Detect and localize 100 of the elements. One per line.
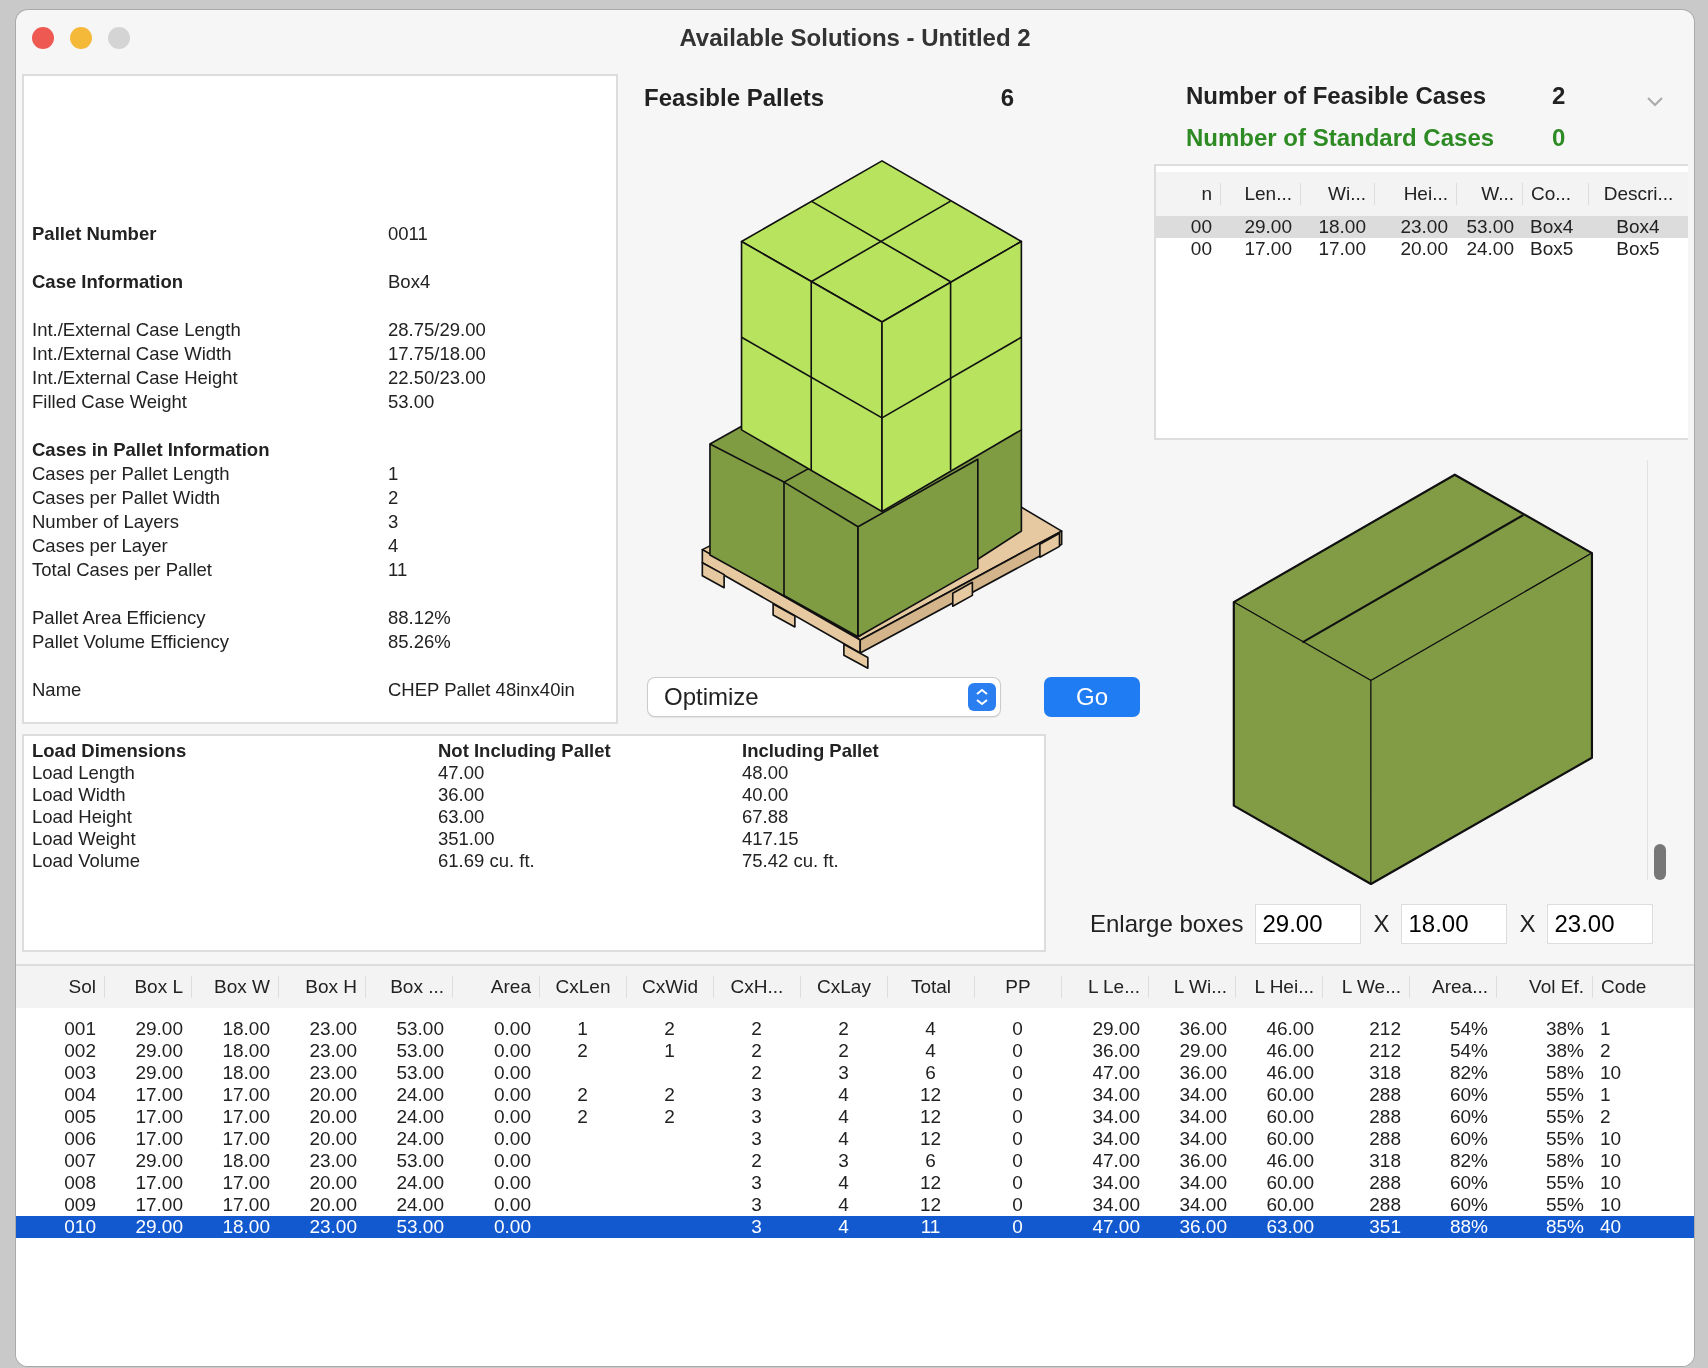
info-value: 17.75/18.00	[388, 343, 486, 365]
table-cell-text: 288	[1368, 1172, 1402, 1194]
table-cell-text: 53.00	[395, 1150, 445, 1172]
load-cell-text: 61.69 cu. ft.	[438, 850, 536, 872]
column-header[interactable]: Co...	[1522, 183, 1588, 205]
column-header[interactable]: CxWid	[626, 976, 713, 998]
table-cell-text: 46.00	[1265, 1150, 1315, 1172]
solution-row[interactable]: 003 29.00 18.00 23.00 53.00 0.00 2 3 6 0 47.00 36.00 46.00 318 82% 58% 10	[16, 1062, 1694, 1084]
case-row[interactable]: 00 29.00 18.00 23.00 53.00 Box4 Box4	[1156, 216, 1688, 238]
table-cell-text: 318	[1368, 1150, 1402, 1172]
close-button[interactable]	[32, 27, 54, 49]
column-header[interactable]: CxLen	[539, 976, 626, 998]
table-cell-text: 20.00	[1399, 238, 1449, 260]
dimension-field[interactable]: 18.00	[1401, 904, 1508, 944]
column-heading: Including Pallet	[742, 740, 879, 762]
column-header[interactable]: Area	[452, 976, 539, 998]
load-cell: 40.00	[742, 784, 789, 806]
column-header[interactable]: CxH...	[713, 976, 800, 998]
column-header[interactable]: Box ...	[365, 976, 452, 998]
column-header[interactable]: Box W	[191, 976, 278, 998]
column-header[interactable]: L We...	[1322, 976, 1409, 998]
column-header[interactable]: Vol Ef.	[1496, 976, 1592, 998]
table-cell-text: 288	[1368, 1106, 1402, 1128]
optimize-select[interactable]: Optimize	[648, 678, 1000, 716]
table-cell-text: 23.00	[308, 1216, 358, 1238]
column-header[interactable]: CxLay	[800, 976, 887, 998]
table-cell-text: 23.00	[308, 1018, 358, 1040]
info-value: Box4	[388, 271, 431, 293]
solution-row[interactable]: 010 29.00 18.00 23.00 53.00 0.00 3 4 11 0 47.00 36.00 63.00 351 88% 85% 40	[16, 1216, 1694, 1238]
table-cell-text: 55%	[1544, 1128, 1585, 1150]
column-header[interactable]: Box L	[104, 976, 191, 998]
solution-row[interactable]: 002 29.00 18.00 23.00 53.00 0.00 2 1 2 2 4 0 36.00 29.00 46.00 212 54% 38% 2	[16, 1040, 1694, 1062]
case-row[interactable]: 00 17.00 17.00 20.00 24.00 Box5 Box5	[1156, 238, 1688, 260]
scrollbar-thumb[interactable]	[1654, 844, 1666, 880]
load-cell-text: 63.00	[438, 806, 486, 828]
column-header[interactable]: n	[1156, 183, 1220, 205]
table-cell-text: 46.00	[1265, 1018, 1315, 1040]
column-header[interactable]: Hei...	[1374, 183, 1456, 205]
table-cell-text: 24.00	[1465, 238, 1515, 260]
chevron-up-down-icon	[968, 683, 996, 711]
table-cell-text: 0	[1011, 1084, 1024, 1106]
standard-cases-count: 0	[1552, 124, 1566, 152]
table-cell-text: 0.00	[493, 1106, 532, 1128]
solution-row[interactable]: 007 29.00 18.00 23.00 53.00 0.00 2 3 6 0 47.00 36.00 46.00 318 82% 58% 10	[16, 1150, 1694, 1172]
zoom-button[interactable]	[108, 27, 130, 49]
table-cell-text: 34.00	[1091, 1106, 1141, 1128]
table-cell-text: 288	[1368, 1194, 1402, 1216]
column-header[interactable]: Descri...	[1588, 183, 1688, 205]
table-cell-text: 2	[1599, 1040, 1612, 1062]
table-cell-text: 46.00	[1265, 1040, 1315, 1062]
column-header[interactable]: L Wi...	[1148, 976, 1235, 998]
solution-row[interactable]: 006 17.00 17.00 20.00 24.00 0.00 3 4 12 0 34.00 34.00 60.00 288 60% 55% 10	[16, 1128, 1694, 1150]
table-cell-text: 11	[919, 1216, 942, 1238]
dimension-field[interactable]: 23.00	[1547, 904, 1654, 944]
table-cell-text: 29.00	[134, 1062, 184, 1084]
table-cell-text: 17.00	[134, 1194, 184, 1216]
column-header[interactable]: Wi...	[1300, 183, 1374, 205]
table-cell-text: 0	[1011, 1128, 1024, 1150]
solution-row[interactable]: 008 17.00 17.00 20.00 24.00 0.00 3 4 12 0 34.00 34.00 60.00 288 60% 55% 10	[16, 1172, 1694, 1194]
table-cell-text: 29.00	[134, 1018, 184, 1040]
column-header[interactable]: Len...	[1220, 183, 1300, 205]
table-cell-text: 0	[1011, 1062, 1024, 1084]
table-cell-text: 46.00	[1265, 1062, 1315, 1084]
minimize-button[interactable]	[70, 27, 92, 49]
load-cell-text: 47.00	[438, 762, 486, 784]
table-cell-text: 34.00	[1178, 1128, 1228, 1150]
table-cell-text: 29.00	[134, 1216, 184, 1238]
table-cell-text: 34.00	[1178, 1106, 1228, 1128]
table-cell-text: 2	[663, 1084, 676, 1106]
solution-row[interactable]: 009 17.00 17.00 20.00 24.00 0.00 3 4 12 0 34.00 34.00 60.00 288 60% 55% 10	[16, 1194, 1694, 1216]
solution-row[interactable]: 005 17.00 17.00 20.00 24.00 0.00 2 2 3 4 12 0 34.00 34.00 60.00 288 60% 55% 2	[16, 1106, 1694, 1128]
table-cell-text: 2	[576, 1040, 589, 1062]
table-cell-text: 34.00	[1178, 1194, 1228, 1216]
table-cell-text: 3	[750, 1106, 763, 1128]
column-header[interactable]: Sol	[22, 976, 104, 998]
table-cell-text: 60%	[1448, 1128, 1489, 1150]
table-cell-text: 20.00	[308, 1194, 358, 1216]
column-header[interactable]: Total	[887, 976, 974, 998]
table-cell-text: 53.00	[395, 1040, 445, 1062]
column-header[interactable]: Code	[1592, 976, 1668, 998]
column-header[interactable]: W...	[1456, 183, 1522, 205]
column-header[interactable]: L Le...	[1061, 976, 1148, 998]
window-title: Available Solutions - Untitled 2	[679, 24, 1031, 52]
table-cell-text: 47.00	[1091, 1150, 1141, 1172]
column-header[interactable]: L Hei...	[1235, 976, 1322, 998]
table-cell-text: 007	[63, 1150, 97, 1172]
column-header[interactable]: PP	[974, 976, 1061, 998]
table-cell-text: 17.00	[134, 1106, 184, 1128]
table-cell-text: 18.00	[221, 1150, 271, 1172]
go-button[interactable]: Go	[1044, 677, 1140, 717]
table-cell-text: 55%	[1544, 1084, 1585, 1106]
dimension-field[interactable]: 29.00	[1255, 904, 1362, 944]
chevron-down-icon[interactable]	[1646, 96, 1664, 108]
solution-row[interactable]: 004 17.00 17.00 20.00 24.00 0.00 2 2 3 4 12 0 34.00 34.00 60.00 288 60% 55% 1	[16, 1084, 1694, 1106]
column-header[interactable]: Box H	[278, 976, 365, 998]
table-cell-text: 60.00	[1265, 1194, 1315, 1216]
table-cell-text: Box4	[1615, 216, 1661, 238]
table-cell-text: 36.00	[1091, 1040, 1141, 1062]
column-header[interactable]: Area...	[1409, 976, 1496, 998]
solution-row[interactable]: 001 29.00 18.00 23.00 53.00 0.00 1 2 2 2 4 0 29.00 36.00 46.00 212 54% 38% 1	[16, 1018, 1694, 1040]
